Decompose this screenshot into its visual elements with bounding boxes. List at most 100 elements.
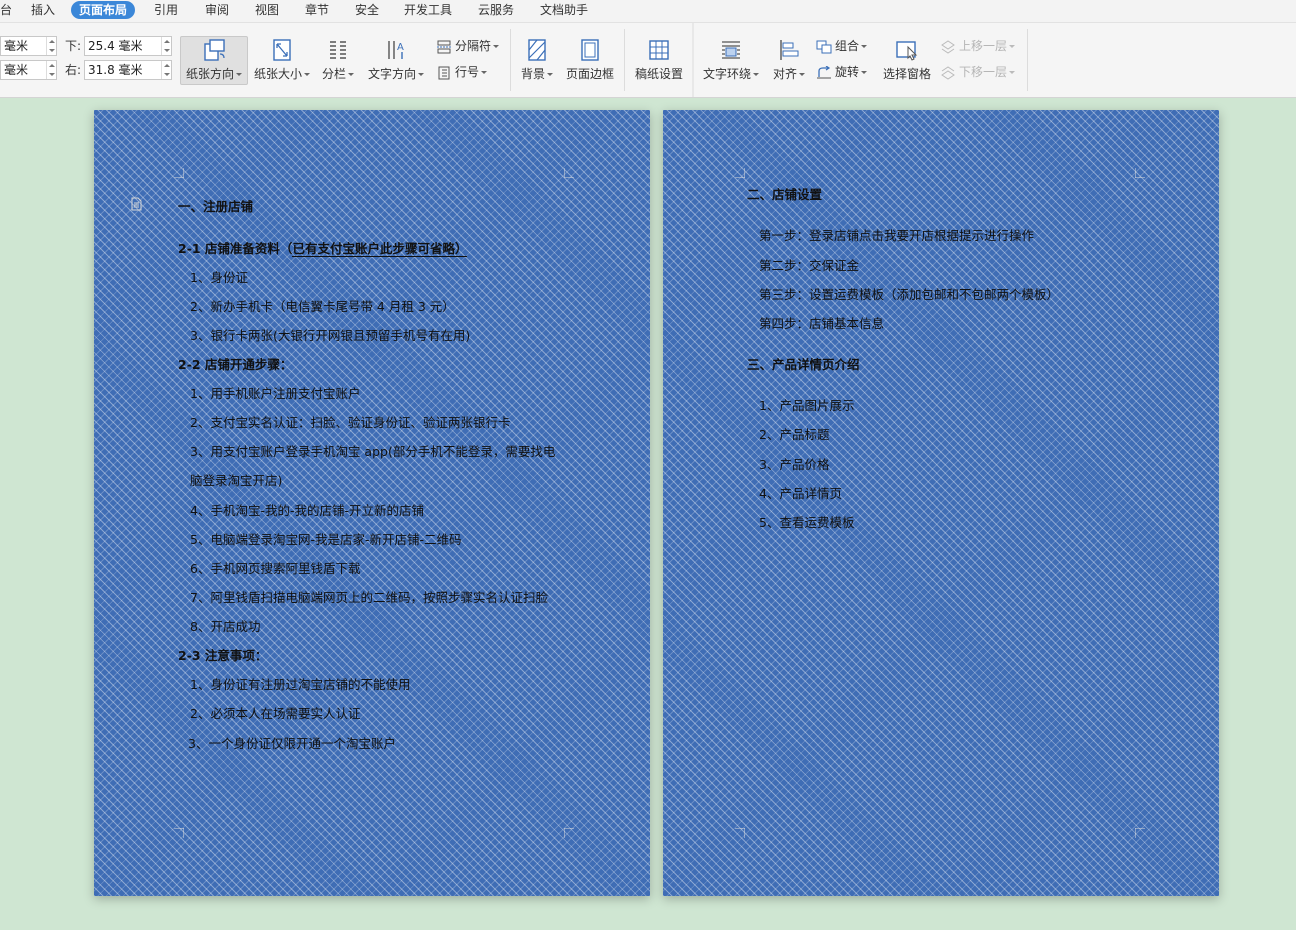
rotate-button[interactable]: 旋转 xyxy=(816,62,868,82)
line-number-button[interactable]: 行号 xyxy=(436,62,488,82)
margin-corner-mark xyxy=(174,828,184,838)
list-item: 1、用手机账户注册支付宝账户 xyxy=(190,386,361,401)
step-item: 第一步：登录店铺点击我要开店根据提示进行操作 xyxy=(759,228,1035,243)
underlined-note: 已有支付宝账户此步骤可省略） xyxy=(292,241,468,257)
tab-security[interactable]: 安全 xyxy=(355,1,379,19)
tab-review[interactable]: 审阅 xyxy=(205,1,229,19)
menu-bar: 台 插入 页面布局 引用 审阅 视图 章节 安全 开发工具 云服务 文档助手 xyxy=(0,0,1296,23)
bring-forward-icon xyxy=(941,39,955,54)
list-item: 2、支付宝实名认证：扫脸、验证身份证、验证两张银行卡 xyxy=(190,415,511,430)
rotate-icon xyxy=(817,65,831,78)
orientation-button[interactable]: 纸张方向 xyxy=(180,37,248,82)
page-border-button[interactable]: 页面边框 xyxy=(562,37,618,82)
document-page-2[interactable]: 二、店铺设置 第一步：登录店铺点击我要开店根据提示进行操作 第二步：交保证金 第… xyxy=(663,110,1219,896)
heading-register-store: 一、注册店铺 xyxy=(178,199,254,214)
background-icon xyxy=(528,39,546,61)
text-wrap-button[interactable]: 文字环绕 xyxy=(700,37,762,82)
margin-corner-mark xyxy=(564,168,574,178)
manuscript-settings-button[interactable]: 稿纸设置 xyxy=(630,37,688,82)
list-item: 3、产品价格 xyxy=(759,457,830,472)
right-margin-input[interactable]: 31.8 毫米 xyxy=(84,60,172,80)
text-direction-icon: A xyxy=(388,41,404,59)
separator-icon xyxy=(437,40,451,53)
subheading-2-1: 2-1 店铺准备资料（已有支付宝账户此步骤可省略） xyxy=(178,241,468,257)
spinner-arrows[interactable] xyxy=(46,37,56,55)
ribbon: 毫米 毫米 下: 右: 25.4 毫米 31.8 毫米 纸张方向 纸张大小 分栏… xyxy=(0,23,1296,98)
list-item: 5、查看运费模板 xyxy=(759,515,855,530)
list-item: 4、手机淘宝-我的-我的店铺-开立新的店铺 xyxy=(190,503,424,518)
bottom-margin-label: 下: xyxy=(65,39,82,53)
tab-insert[interactable]: 插入 xyxy=(31,1,55,19)
tab-developer[interactable]: 开发工具 xyxy=(404,1,452,19)
group-icon xyxy=(816,40,832,53)
tab-section[interactable]: 章节 xyxy=(305,1,329,19)
paper-size-button[interactable]: 纸张大小 xyxy=(253,37,311,82)
list-item: 3、一个身份证仅限开通一个淘宝账户 xyxy=(188,736,396,751)
selection-pane-icon xyxy=(896,41,918,61)
bottom-margin-input[interactable]: 25.4 毫米 xyxy=(84,36,172,56)
separator-button[interactable]: 分隔符 xyxy=(436,36,500,56)
columns-icon xyxy=(330,41,346,59)
background-button[interactable]: 背景 xyxy=(518,37,556,82)
columns-button[interactable]: 分栏 xyxy=(318,37,358,82)
bring-forward-button[interactable]: 上移一层 xyxy=(940,36,1016,56)
list-item: 1、身份证有注册过淘宝店铺的不能使用 xyxy=(190,677,411,692)
align-button[interactable]: 对齐 xyxy=(770,37,808,82)
tab-view[interactable]: 视图 xyxy=(255,1,279,19)
list-item: 4、产品详情页 xyxy=(759,486,842,501)
step-item: 第四步：店铺基本信息 xyxy=(759,316,885,331)
margin-corner-mark xyxy=(174,168,184,178)
tab-cloud[interactable]: 云服务 xyxy=(478,1,514,19)
document-page-1[interactable]: 一、注册店铺 2-1 店铺准备资料（已有支付宝账户此步骤可省略） 1、身份证 2… xyxy=(94,110,650,896)
tab-references[interactable]: 引用 xyxy=(154,1,178,19)
list-item: 1、身份证 xyxy=(190,270,248,285)
left-margin-input[interactable]: 毫米 xyxy=(0,60,57,80)
margin-corner-mark xyxy=(735,168,745,178)
selection-pane-button[interactable]: 选择窗格 xyxy=(878,37,936,82)
margin-corner-mark xyxy=(1135,828,1145,838)
group-divider xyxy=(510,29,511,91)
margin-corner-mark xyxy=(735,828,745,838)
top-margin-input[interactable]: 毫米 xyxy=(0,36,57,56)
paragraph-marker-icon xyxy=(131,197,142,211)
step-item: 第二步：交保证金 xyxy=(759,258,860,273)
paper-size-icon xyxy=(273,39,291,61)
list-item: 6、手机网页搜索阿里钱盾下载 xyxy=(190,561,361,576)
tab-doc-assistant[interactable]: 文档助手 xyxy=(540,1,588,19)
group-divider xyxy=(1027,29,1028,91)
tab-page-layout[interactable]: 页面布局 xyxy=(71,1,136,19)
svg-text:A: A xyxy=(397,42,404,53)
align-icon xyxy=(780,40,799,60)
heading-product-detail: 三、产品详情页介绍 xyxy=(747,357,860,372)
line-number-icon xyxy=(438,66,450,79)
send-backward-button[interactable]: 下移一层 xyxy=(940,62,1016,82)
send-backward-icon xyxy=(941,65,955,80)
group-divider xyxy=(624,29,625,91)
margin-corner-mark xyxy=(564,828,574,838)
margin-corner-mark xyxy=(1135,168,1145,178)
tab-partial[interactable]: 台 xyxy=(0,1,12,19)
page-border-icon xyxy=(581,39,599,61)
text-wrap-icon xyxy=(722,41,740,59)
orientation-icon xyxy=(204,39,225,61)
list-item: 2、产品标题 xyxy=(759,427,830,442)
spinner-arrows[interactable] xyxy=(46,61,56,79)
spinner-arrows[interactable] xyxy=(161,37,171,55)
heading-store-settings: 二、店铺设置 xyxy=(747,187,823,202)
list-item: 3、银行卡两张(大银行开网银且预留手机号有在用) xyxy=(190,328,471,343)
list-item: 3、用支付宝账户登录手机淘宝 app(部分手机不能登录，需要找电 xyxy=(190,444,556,459)
ribbon-split xyxy=(692,23,694,97)
group-button[interactable]: 组合 xyxy=(816,36,868,56)
spinner-arrows[interactable] xyxy=(161,61,171,79)
text-direction-button[interactable]: A 文字方向 xyxy=(365,37,427,82)
list-item: 1、产品图片展示 xyxy=(759,398,855,413)
right-margin-label: 右: xyxy=(65,63,82,77)
subheading-2-3: 2-3 注意事项： xyxy=(178,648,268,663)
step-item: 第三步：设置运费模板（添加包邮和不包邮两个模板） xyxy=(759,287,1060,302)
list-item: 2、新办手机卡（电信翼卡尾号带 4 月租 3 元） xyxy=(190,299,455,314)
list-item: 5、电脑端登录淘宝网-我是店家-新开店铺-二维码 xyxy=(190,532,462,547)
list-item-continuation: 脑登录淘宝开店) xyxy=(190,473,283,488)
list-item: 8、开店成功 xyxy=(190,619,261,634)
manuscript-icon xyxy=(649,40,669,60)
list-item: 7、阿里钱盾扫描电脑端网页上的二维码，按照步骤实名认证扫脸 xyxy=(190,590,548,605)
